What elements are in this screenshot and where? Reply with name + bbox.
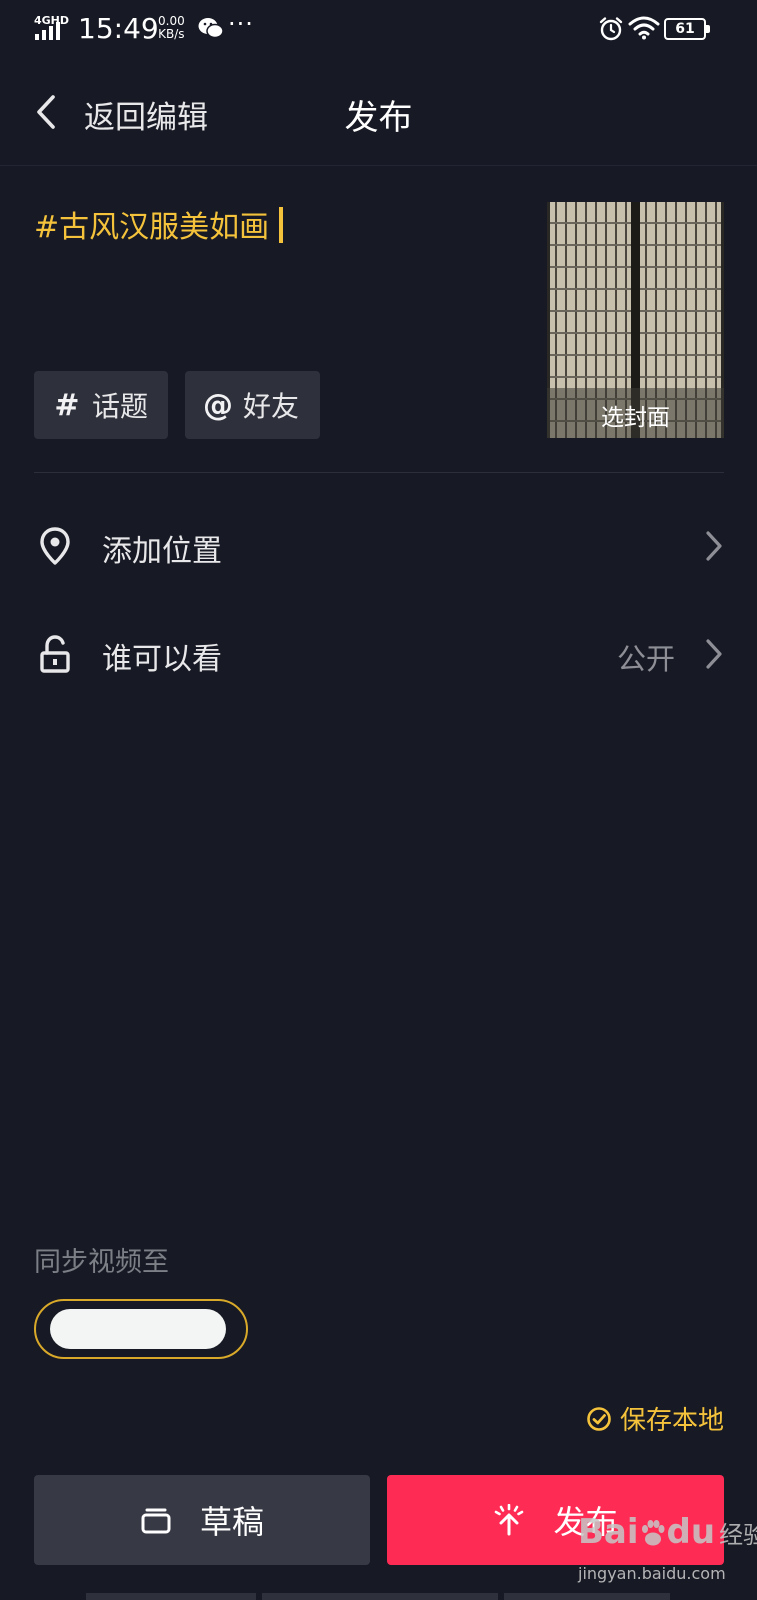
bottom-strip-segment: [262, 1593, 498, 1600]
navigation-bar: 返回编辑 发布: [0, 62, 757, 166]
status-bar: 4GHD 15:49 0.00 KB/s ··· 61: [0, 0, 757, 62]
alarm-icon: [599, 17, 623, 41]
cellular-signal-icon: 4GHD: [34, 14, 69, 40]
location-pin-icon: [40, 527, 70, 565]
hashtag-icon: #: [54, 387, 80, 423]
text-cursor: [279, 207, 284, 243]
section-divider: [34, 472, 724, 473]
baidu-paw-icon: [641, 1520, 665, 1546]
at-sign-icon: @: [203, 387, 233, 423]
caption-text: #古风汉服美如画: [34, 210, 270, 245]
visibility-label: 谁可以看: [102, 642, 222, 677]
battery-cap: [706, 25, 710, 33]
drafts-box-icon: [141, 1508, 171, 1534]
status-time: 15:49: [78, 12, 159, 45]
more-notifications-icon: ···: [228, 10, 254, 38]
network-type-label: 4GHD: [34, 14, 69, 27]
save-local-label: 保存本地: [619, 1406, 724, 1436]
sync-target-toggle[interactable]: [34, 1299, 248, 1359]
watermark-url: jingyan.baidu.com: [578, 1564, 726, 1583]
battery-level: 61: [675, 21, 695, 37]
add-topic-button[interactable]: # 话题: [34, 371, 168, 439]
watermark-brand-sub: 经验: [719, 1521, 757, 1549]
sync-target-redacted: [50, 1309, 226, 1349]
save-local-toggle[interactable]: 保存本地: [586, 1400, 724, 1437]
sync-video-label: 同步视频至: [34, 1247, 169, 1278]
unlock-icon: [40, 635, 70, 673]
network-speed: 0.00 KB/s: [158, 15, 185, 41]
visibility-value: 公开: [616, 642, 675, 676]
network-speed-unit: KB/s: [158, 27, 185, 41]
upload-spark-icon: [495, 1504, 524, 1536]
chevron-right-icon: [706, 639, 722, 669]
mention-friend-button[interactable]: @ 好友: [185, 371, 320, 439]
mention-friend-label: 好友: [243, 390, 300, 423]
watermark-brand: Bai du 经验: [578, 1512, 757, 1552]
watermark-brand-bai: Bai: [578, 1512, 639, 1552]
battery-indicator: 61: [664, 18, 710, 40]
watermark-brand-du: du: [666, 1512, 716, 1552]
wechat-icon: [198, 18, 224, 39]
baidu-jingyan-watermark: Bai du 经验 jingyan.baidu.com: [578, 1512, 757, 1600]
save-draft-button[interactable]: 草稿: [34, 1475, 370, 1565]
add-location-row[interactable]: 添加位置: [0, 498, 757, 594]
caption-input[interactable]: #古风汉服美如画: [34, 202, 284, 246]
save-draft-label: 草稿: [199, 1503, 264, 1541]
add-topic-label: 话题: [92, 390, 149, 423]
chevron-right-icon: [706, 531, 722, 561]
select-cover-button[interactable]: 选封面: [547, 202, 724, 438]
wifi-icon: [628, 16, 660, 40]
check-circle-icon: [587, 1406, 611, 1431]
bottom-strip-segment: [86, 1593, 256, 1600]
visibility-row[interactable]: 谁可以看 公开: [0, 606, 757, 702]
add-location-label: 添加位置: [102, 534, 222, 569]
select-cover-label: 选封面: [601, 405, 670, 431]
page-title: 发布: [344, 98, 413, 138]
